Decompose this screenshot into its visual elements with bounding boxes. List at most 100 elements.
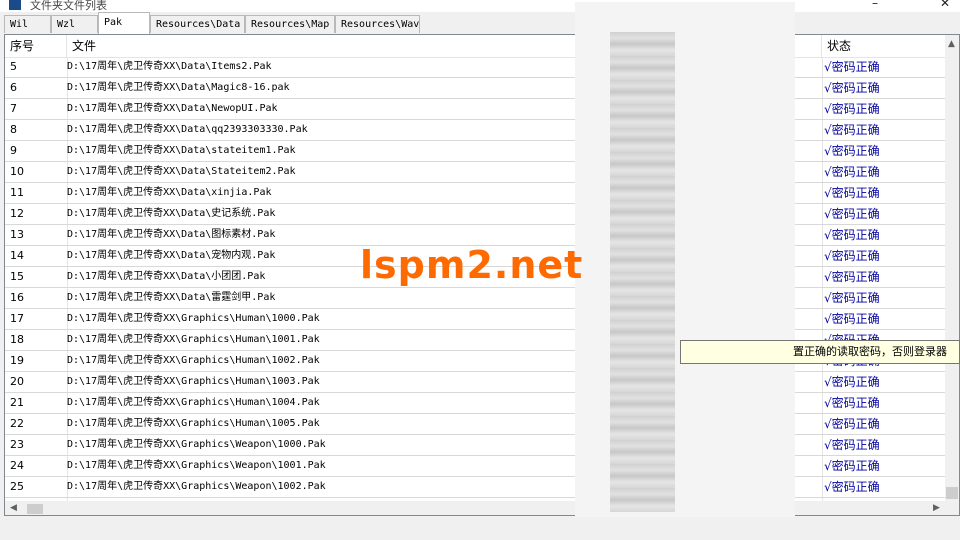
row-file-path: D:\17周年\虎卫传奇XX\Data\stateitem1.Pak bbox=[67, 145, 296, 156]
tab-pak[interactable]: Pak bbox=[98, 12, 150, 34]
horizontal-scroll-thumb[interactable] bbox=[27, 504, 43, 514]
row-index: 14 bbox=[10, 249, 24, 262]
tab-wil[interactable]: Wil bbox=[4, 15, 51, 33]
row-index: 6 bbox=[10, 81, 17, 94]
row-index: 22 bbox=[10, 417, 24, 430]
row-index: 9 bbox=[10, 144, 17, 157]
row-file-path: D:\17周年\虎卫传奇XX\Graphics\Weapon\1000.Pak bbox=[67, 439, 326, 450]
table-row[interactable]: 6 D:\17周年\虎卫传奇XX\Data\Magic8-16.pak √密码正确 bbox=[5, 78, 946, 99]
column-header-index[interactable]: 序号 bbox=[5, 35, 67, 57]
table-row[interactable]: 23 D:\17周年\虎卫传奇XX\Graphics\Weapon\1000.Pa… bbox=[5, 435, 946, 456]
table-row[interactable]: 21 D:\17周年\虎卫传奇XX\Graphics\Human\1004.Pak… bbox=[5, 393, 946, 414]
chevron-right-icon[interactable]: ▶ bbox=[933, 503, 940, 513]
row-file-path: D:\17周年\虎卫传奇XX\Graphics\Weapon\1002.Pak bbox=[67, 481, 326, 492]
tab-resources-wav[interactable]: Resources\Wav bbox=[335, 15, 420, 33]
row-status: √密码正确 bbox=[824, 60, 880, 74]
table-row[interactable]: 12 D:\17周年\虎卫传奇XX\Data\史记系统.Pak √密码正确 bbox=[5, 204, 946, 225]
tab-resources-data[interactable]: Resources\Data bbox=[150, 15, 245, 33]
row-index: 5 bbox=[10, 60, 17, 73]
row-status: √密码正确 bbox=[824, 81, 880, 95]
vertical-scroll-thumb[interactable] bbox=[946, 487, 958, 499]
row-file-path: D:\17周年\虎卫传奇XX\Graphics\Human\1002.Pak bbox=[67, 355, 320, 366]
row-index: 7 bbox=[10, 102, 17, 115]
row-index: 21 bbox=[10, 396, 24, 409]
row-status: √密码正确 bbox=[824, 270, 880, 284]
table-row[interactable]: 25 D:\17周年\虎卫传奇XX\Graphics\Weapon\1002.Pa… bbox=[5, 477, 946, 498]
tab-strip: Wil Wzl Pak Resources\Data Resources\Map… bbox=[0, 12, 960, 34]
row-status: √密码正确 bbox=[824, 480, 880, 494]
row-status: √密码正确 bbox=[824, 249, 880, 263]
minimize-icon[interactable]: – bbox=[872, 0, 878, 10]
row-status: √密码正确 bbox=[824, 144, 880, 158]
row-index: 19 bbox=[10, 354, 24, 367]
tab-resources-map[interactable]: Resources\Map bbox=[245, 15, 335, 33]
list-header: 序号 文件 状态 bbox=[5, 35, 946, 58]
row-status: √密码正确 bbox=[824, 228, 880, 242]
title-bar: 文件夹文件列表 – ✕ bbox=[0, 0, 960, 12]
row-file-path: D:\17周年\虎卫传奇XX\Data\Magic8-16.pak bbox=[67, 82, 290, 93]
row-status: √密码正确 bbox=[824, 375, 880, 389]
row-file-path: D:\17周年\虎卫传奇XX\Data\NewopUI.Pak bbox=[67, 103, 278, 114]
table-row[interactable]: 20 D:\17周年\虎卫传奇XX\Graphics\Human\1003.Pak… bbox=[5, 372, 946, 393]
row-file-path: D:\17周年\虎卫传奇XX\Graphics\Human\1003.Pak bbox=[67, 376, 320, 387]
row-index: 12 bbox=[10, 207, 24, 220]
table-row[interactable]: 24 D:\17周年\虎卫传奇XX\Graphics\Weapon\1001.Pa… bbox=[5, 456, 946, 477]
row-index: 18 bbox=[10, 333, 24, 346]
row-status: √密码正确 bbox=[824, 165, 880, 179]
app-icon bbox=[9, 0, 21, 10]
row-file-path: D:\17周年\虎卫传奇XX\Graphics\Human\1000.Pak bbox=[67, 313, 320, 324]
table-row[interactable]: 10 D:\17周年\虎卫传奇XX\Data\Stateitem2.Pak √密码正… bbox=[5, 162, 946, 183]
row-status: √密码正确 bbox=[824, 312, 880, 326]
row-index: 8 bbox=[10, 123, 17, 136]
row-index: 23 bbox=[10, 438, 24, 451]
watermark-text: lspm2.net bbox=[360, 243, 584, 287]
row-index: 16 bbox=[10, 291, 24, 304]
row-status: √密码正确 bbox=[824, 438, 880, 452]
table-row[interactable]: 7 D:\17周年\虎卫传奇XX\Data\NewopUI.Pak √密码正确 bbox=[5, 99, 946, 120]
vertical-scrollbar[interactable]: ▲ bbox=[945, 35, 959, 501]
table-row[interactable]: 9 D:\17周年\虎卫传奇XX\Data\stateitem1.Pak √密码正确 bbox=[5, 141, 946, 162]
horizontal-scrollbar[interactable]: ◀ ▶ bbox=[5, 501, 959, 515]
row-file-path: D:\17周年\虎卫传奇XX\Graphics\Human\1005.Pak bbox=[67, 418, 320, 429]
row-file-path: D:\17周年\虎卫传奇XX\Graphics\Human\1004.Pak bbox=[67, 397, 320, 408]
row-file-path: D:\17周年\虎卫传奇XX\Data\雷霆剑甲.Pak bbox=[67, 292, 276, 303]
row-index: 17 bbox=[10, 312, 24, 325]
table-row[interactable]: 17 D:\17周年\虎卫传奇XX\Graphics\Human\1000.Pak… bbox=[5, 309, 946, 330]
tab-wzl[interactable]: Wzl bbox=[51, 15, 98, 33]
row-file-path: D:\17周年\虎卫传奇XX\Data\qq2393303330.Pak bbox=[67, 124, 308, 135]
table-row[interactable]: 11 D:\17周年\虎卫传奇XX\Data\xinjia.Pak √密码正确 bbox=[5, 183, 946, 204]
row-file-path: D:\17周年\虎卫传奇XX\Data\图标素材.Pak bbox=[67, 229, 276, 240]
row-file-path: D:\17周年\虎卫传奇XX\Data\史记系统.Pak bbox=[67, 208, 276, 219]
row-status: √密码正确 bbox=[824, 417, 880, 431]
table-row[interactable]: 16 D:\17周年\虎卫传奇XX\Data\雷霆剑甲.Pak √密码正确 bbox=[5, 288, 946, 309]
table-row[interactable]: 5 D:\17周年\虎卫传奇XX\Data\Items2.Pak √密码正确 bbox=[5, 57, 946, 78]
row-status: √密码正确 bbox=[824, 186, 880, 200]
status-bar bbox=[0, 517, 960, 540]
row-file-path: D:\17周年\虎卫传奇XX\Graphics\Human\1001.Pak bbox=[67, 334, 320, 345]
chevron-left-icon[interactable]: ◀ bbox=[10, 503, 17, 513]
row-index: 24 bbox=[10, 459, 24, 472]
row-status: √密码正确 bbox=[824, 123, 880, 137]
row-status: √密码正确 bbox=[824, 102, 880, 116]
row-index: 13 bbox=[10, 228, 24, 241]
row-file-path: D:\17周年\虎卫传奇XX\Data\xinjia.Pak bbox=[67, 187, 272, 198]
row-file-path: D:\17周年\虎卫传奇XX\Graphics\Weapon\1001.Pak bbox=[67, 460, 326, 471]
row-status: √密码正确 bbox=[824, 396, 880, 410]
row-index: 15 bbox=[10, 270, 24, 283]
close-icon[interactable]: ✕ bbox=[940, 0, 950, 10]
row-index: 10 bbox=[10, 165, 24, 178]
row-file-path: D:\17周年\虎卫传奇XX\Data\Items2.Pak bbox=[67, 61, 272, 72]
table-row[interactable]: 22 D:\17周年\虎卫传奇XX\Graphics\Human\1005.Pak… bbox=[5, 414, 946, 435]
column-header-status[interactable]: 状态 bbox=[822, 35, 946, 57]
row-status: √密码正确 bbox=[824, 459, 880, 473]
chevron-up-icon[interactable]: ▲ bbox=[948, 39, 955, 49]
row-index: 25 bbox=[10, 480, 24, 493]
window-title: 文件夹文件列表 bbox=[30, 0, 107, 12]
table-row[interactable]: 8 D:\17周年\虎卫传奇XX\Data\qq2393303330.Pak √密码… bbox=[5, 120, 946, 141]
row-index: 20 bbox=[10, 375, 24, 388]
pixelated-redaction bbox=[575, 2, 795, 517]
row-status: √密码正确 bbox=[824, 291, 880, 305]
row-status: √密码正确 bbox=[824, 207, 880, 221]
tooltip: 置正确的读取密码，否则登录器 bbox=[680, 340, 960, 364]
row-index: 11 bbox=[10, 186, 24, 199]
